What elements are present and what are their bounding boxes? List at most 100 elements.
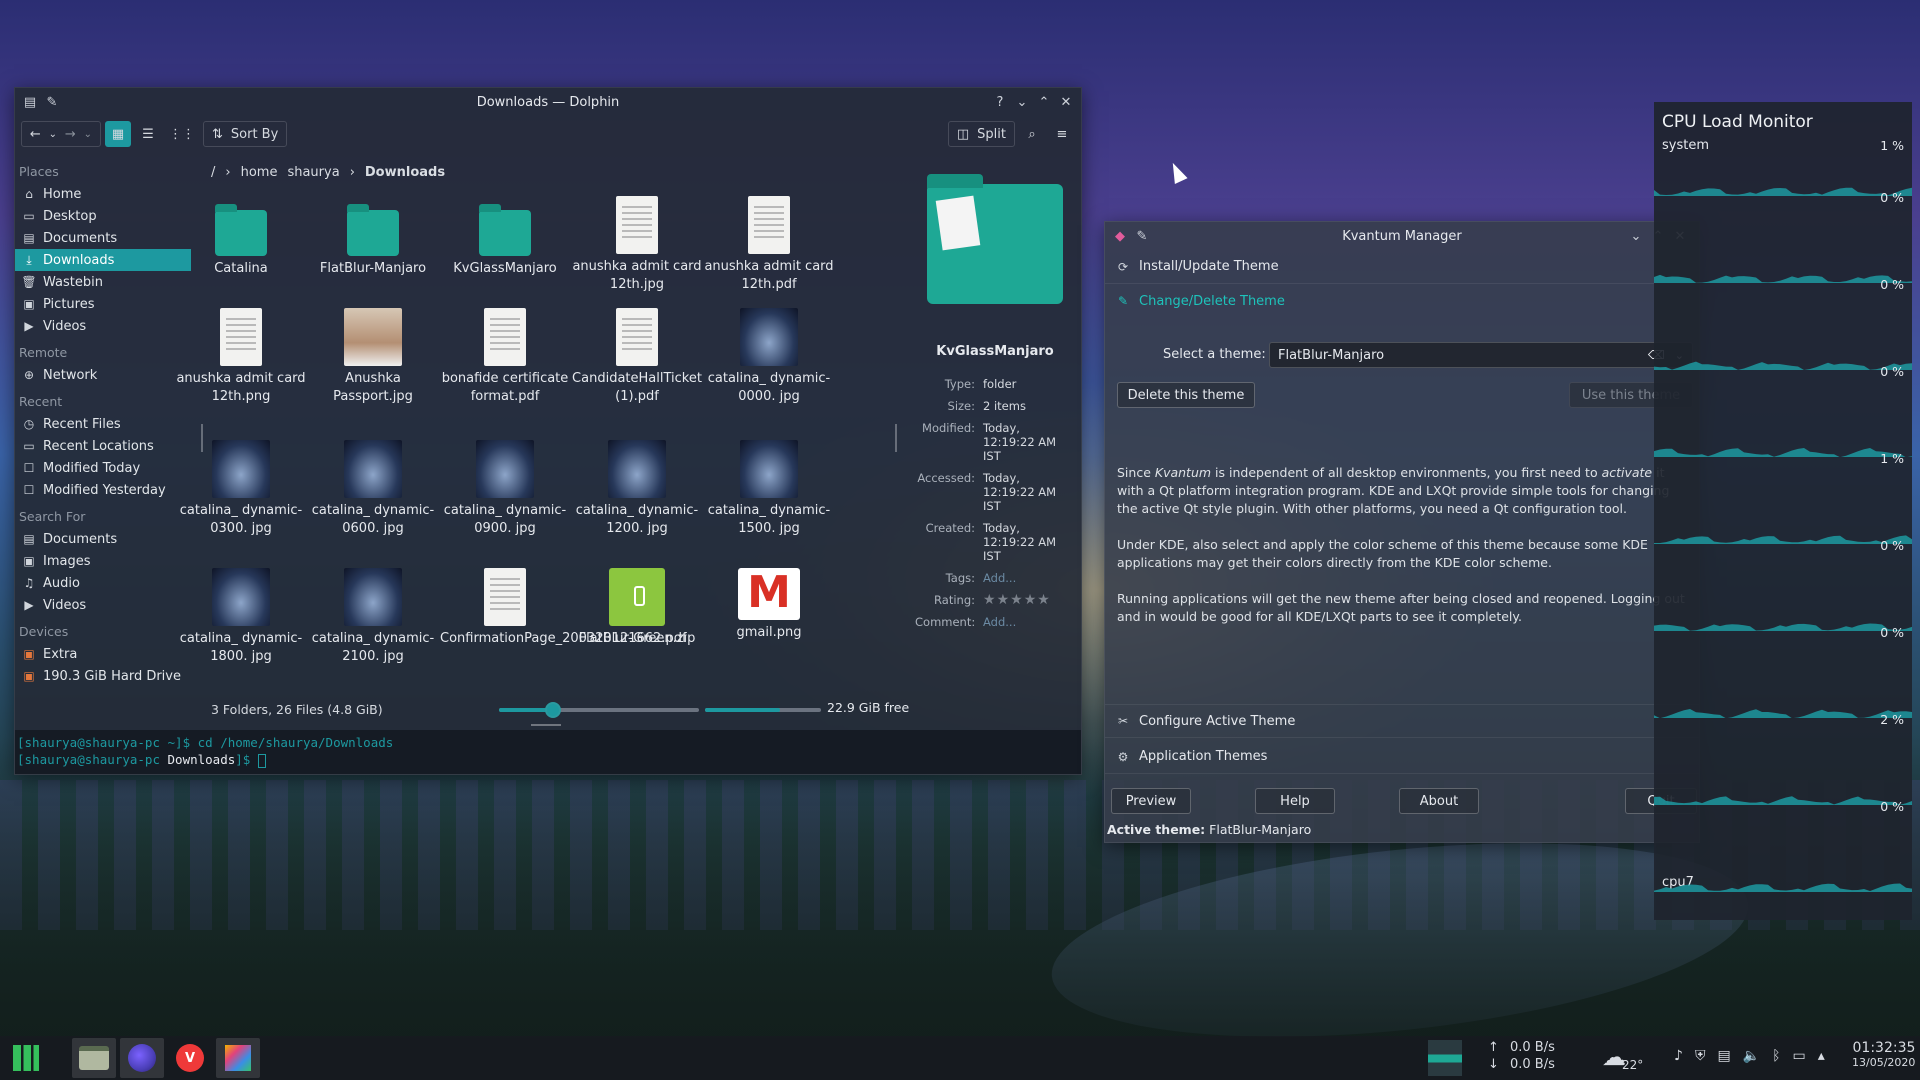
close-icon[interactable]: ✕	[1055, 91, 1077, 113]
breadcrumb-home[interactable]: home	[241, 165, 278, 180]
details-view-button[interactable]: ⋮⋮	[165, 121, 199, 147]
active-theme-status: Active theme: FlatBlur-Manjaro	[1107, 822, 1311, 837]
star-icon[interactable]: ★	[983, 592, 997, 608]
terminal-resize-handle[interactable]	[531, 724, 561, 726]
clipboard-icon[interactable]: ▤	[1717, 1048, 1730, 1064]
search-button[interactable]: ⌕	[1019, 121, 1045, 147]
file-item[interactable]: catalina_ dynamic-1800. jpg	[176, 568, 306, 666]
minimize-icon[interactable]: ⌄	[1625, 225, 1647, 247]
network-speed[interactable]: ↑ 0.0 B/s ↓ 0.0 B/s	[1488, 1040, 1555, 1072]
file-item[interactable]: Catalina	[176, 196, 306, 278]
file-item[interactable]: catalina_ dynamic-0600. jpg	[308, 440, 438, 538]
breadcrumb-current[interactable]: Downloads	[365, 165, 445, 180]
task-vivaldi[interactable]: V	[168, 1038, 212, 1078]
star-icon[interactable]: ★	[1010, 592, 1024, 608]
cpu-load-monitor[interactable]: CPU Load Monitor system 1 % 0 % 0 % 0 % 1 % 0 …	[1654, 102, 1912, 920]
icons-view-button[interactable]: ▦	[105, 121, 131, 147]
split-button[interactable]: ◫ Split	[947, 121, 1015, 147]
tray-expand-icon[interactable]: ▴	[1818, 1048, 1825, 1064]
delete-theme-button[interactable]: Delete this theme	[1117, 382, 1255, 408]
help-button[interactable]: Help	[1255, 788, 1335, 814]
kvantum-app-icon[interactable]: ◆	[1109, 225, 1131, 247]
task-kvantum[interactable]	[216, 1038, 260, 1078]
volume-icon[interactable]: 🔈	[1743, 1048, 1760, 1064]
help-icon[interactable]: ?	[989, 91, 1011, 113]
kvantum-titlebar[interactable]: Kvantum Manager ◆ ✎ ⌄ ⌃ ✕	[1105, 222, 1699, 250]
compact-view-button[interactable]: ☰	[135, 121, 161, 147]
application-themes-section[interactable]: ⚙ Application Themes	[1105, 740, 1699, 774]
sidebar-item-recent-files[interactable]: ◷ Recent Files	[15, 413, 205, 435]
pin-icon[interactable]: ✎	[1131, 225, 1153, 247]
file-item[interactable]: FlatBlur-Green.zip	[572, 568, 702, 648]
star-icon[interactable]: ★	[1037, 592, 1051, 608]
zoom-slider[interactable]	[499, 702, 699, 718]
view-scrollbar[interactable]	[895, 424, 897, 452]
shield-icon[interactable]: ⛨	[1695, 1048, 1706, 1064]
install-theme-section[interactable]: ⟳ Install/Update Theme	[1105, 250, 1699, 284]
file-item[interactable]: catalina_ dynamic-0900. jpg	[440, 440, 570, 538]
bluetooth-icon[interactable]: ᛒ	[1772, 1048, 1780, 1064]
chevron-right-icon[interactable]: ›	[225, 165, 230, 180]
sort-by-button[interactable]: ⇅ Sort By	[203, 121, 288, 147]
file-thumbnail	[220, 308, 262, 366]
terminal-panel[interactable]: [shaurya@shaurya-pc ~]$ cd /home/shaurya…	[15, 730, 1081, 774]
help-paragraph: Running applications will get the new th…	[1117, 591, 1685, 624]
file-item[interactable]: catalina_ dynamic-0000. jpg	[704, 308, 834, 406]
sidebar-item-label: Pictures	[43, 296, 95, 312]
minimize-icon[interactable]: ⌄	[1011, 91, 1033, 113]
dolphin-title: Downloads — Dolphin	[476, 94, 620, 110]
theme-select[interactable]: FlatBlur-Manjaro ⌫ ⌄	[1269, 342, 1693, 368]
hamburger-menu-button[interactable]: ≡	[1049, 121, 1075, 147]
file-item[interactable]: catalina_ dynamic-2100. jpg	[308, 568, 438, 666]
section-label: Install/Update Theme	[1139, 259, 1279, 274]
file-name: anushka admit card 12th.pdf	[704, 259, 834, 292]
file-item[interactable]: FlatBlur-Manjaro	[308, 196, 438, 278]
breadcrumb-user[interactable]: shaurya	[287, 165, 339, 180]
zoom-slider-handle[interactable]	[545, 702, 561, 718]
file-item[interactable]: KvGlassManjaro	[440, 196, 570, 278]
file-item[interactable]: catalina_ dynamic-0300. jpg	[176, 440, 306, 538]
rating-stars[interactable]: ★★★★★	[983, 593, 1075, 607]
system-monitor-graph[interactable]	[1428, 1040, 1462, 1076]
file-item[interactable]: anushka admit card 12th.jpg	[572, 196, 702, 294]
sidebar-item-downloads[interactable]: ⤓ Downloads	[15, 249, 191, 271]
about-button[interactable]: About	[1399, 788, 1479, 814]
notifications-icon[interactable]: ♪	[1674, 1048, 1683, 1064]
file-item[interactable]: anushka admit card 12th.png	[176, 308, 306, 406]
display-icon[interactable]: ▭	[1793, 1048, 1806, 1064]
add-tags-link[interactable]: Add...	[983, 571, 1075, 585]
clock-date: 13/05/2020	[1852, 1056, 1916, 1069]
change-theme-section[interactable]: ✎ Change/Delete Theme	[1105, 284, 1699, 318]
file-item[interactable]: catalina_ dynamic-1500. jpg	[704, 440, 834, 538]
application-launcher[interactable]	[4, 1038, 48, 1078]
file-item[interactable]: CandidateHallTicket (1).pdf	[572, 308, 702, 406]
file-item[interactable]: Anushka Passport.jpg	[308, 308, 438, 406]
star-icon[interactable]: ★	[997, 592, 1011, 608]
sidebar-item-hard-drive[interactable]: ▣ 190.3 GiB Hard Drive	[15, 665, 205, 687]
add-comment-link[interactable]: Add...	[983, 615, 1075, 629]
task-dolphin[interactable]	[72, 1038, 116, 1078]
configure-theme-section[interactable]: ✂ Configure Active Theme	[1105, 704, 1699, 738]
file-item[interactable]: ConfirmationPage_200320121662.pdf	[440, 568, 687, 648]
app-menu-icon[interactable]: ▤	[19, 91, 41, 113]
file-item[interactable]: bonafide certificate format.pdf	[440, 308, 570, 406]
breadcrumb-root[interactable]: /	[211, 165, 215, 180]
star-icon[interactable]: ★	[1024, 592, 1038, 608]
pin-icon[interactable]: ✎	[41, 91, 63, 113]
file-item[interactable]: gmail.png	[704, 568, 834, 642]
sidebar-item-label: Desktop	[43, 208, 97, 224]
maximize-icon[interactable]: ⌃	[1033, 91, 1055, 113]
file-item[interactable]: catalina_ dynamic-1200. jpg	[572, 440, 702, 538]
dolphin-titlebar[interactable]: Downloads — Dolphin ▤ ✎ ? ⌄ ⌃ ✕	[15, 88, 1081, 116]
chevron-right-icon[interactable]: ›	[350, 165, 355, 180]
preview-button[interactable]: Preview	[1111, 788, 1191, 814]
cpu-load-graph	[1654, 448, 1912, 457]
file-item[interactable]: anushka admit card 12th.pdf	[704, 196, 834, 294]
folder-icon	[347, 204, 399, 256]
back-button[interactable]: ← ⌄ → ⌄	[21, 121, 101, 147]
weather-widget[interactable]: ☁ 22°	[1602, 1042, 1643, 1072]
sidebar-item-label: Modified Today	[43, 460, 141, 476]
digital-clock[interactable]: 01:32:35 13/05/2020	[1852, 1040, 1915, 1069]
info-key: Size:	[947, 399, 975, 413]
task-firefox[interactable]	[120, 1038, 164, 1078]
